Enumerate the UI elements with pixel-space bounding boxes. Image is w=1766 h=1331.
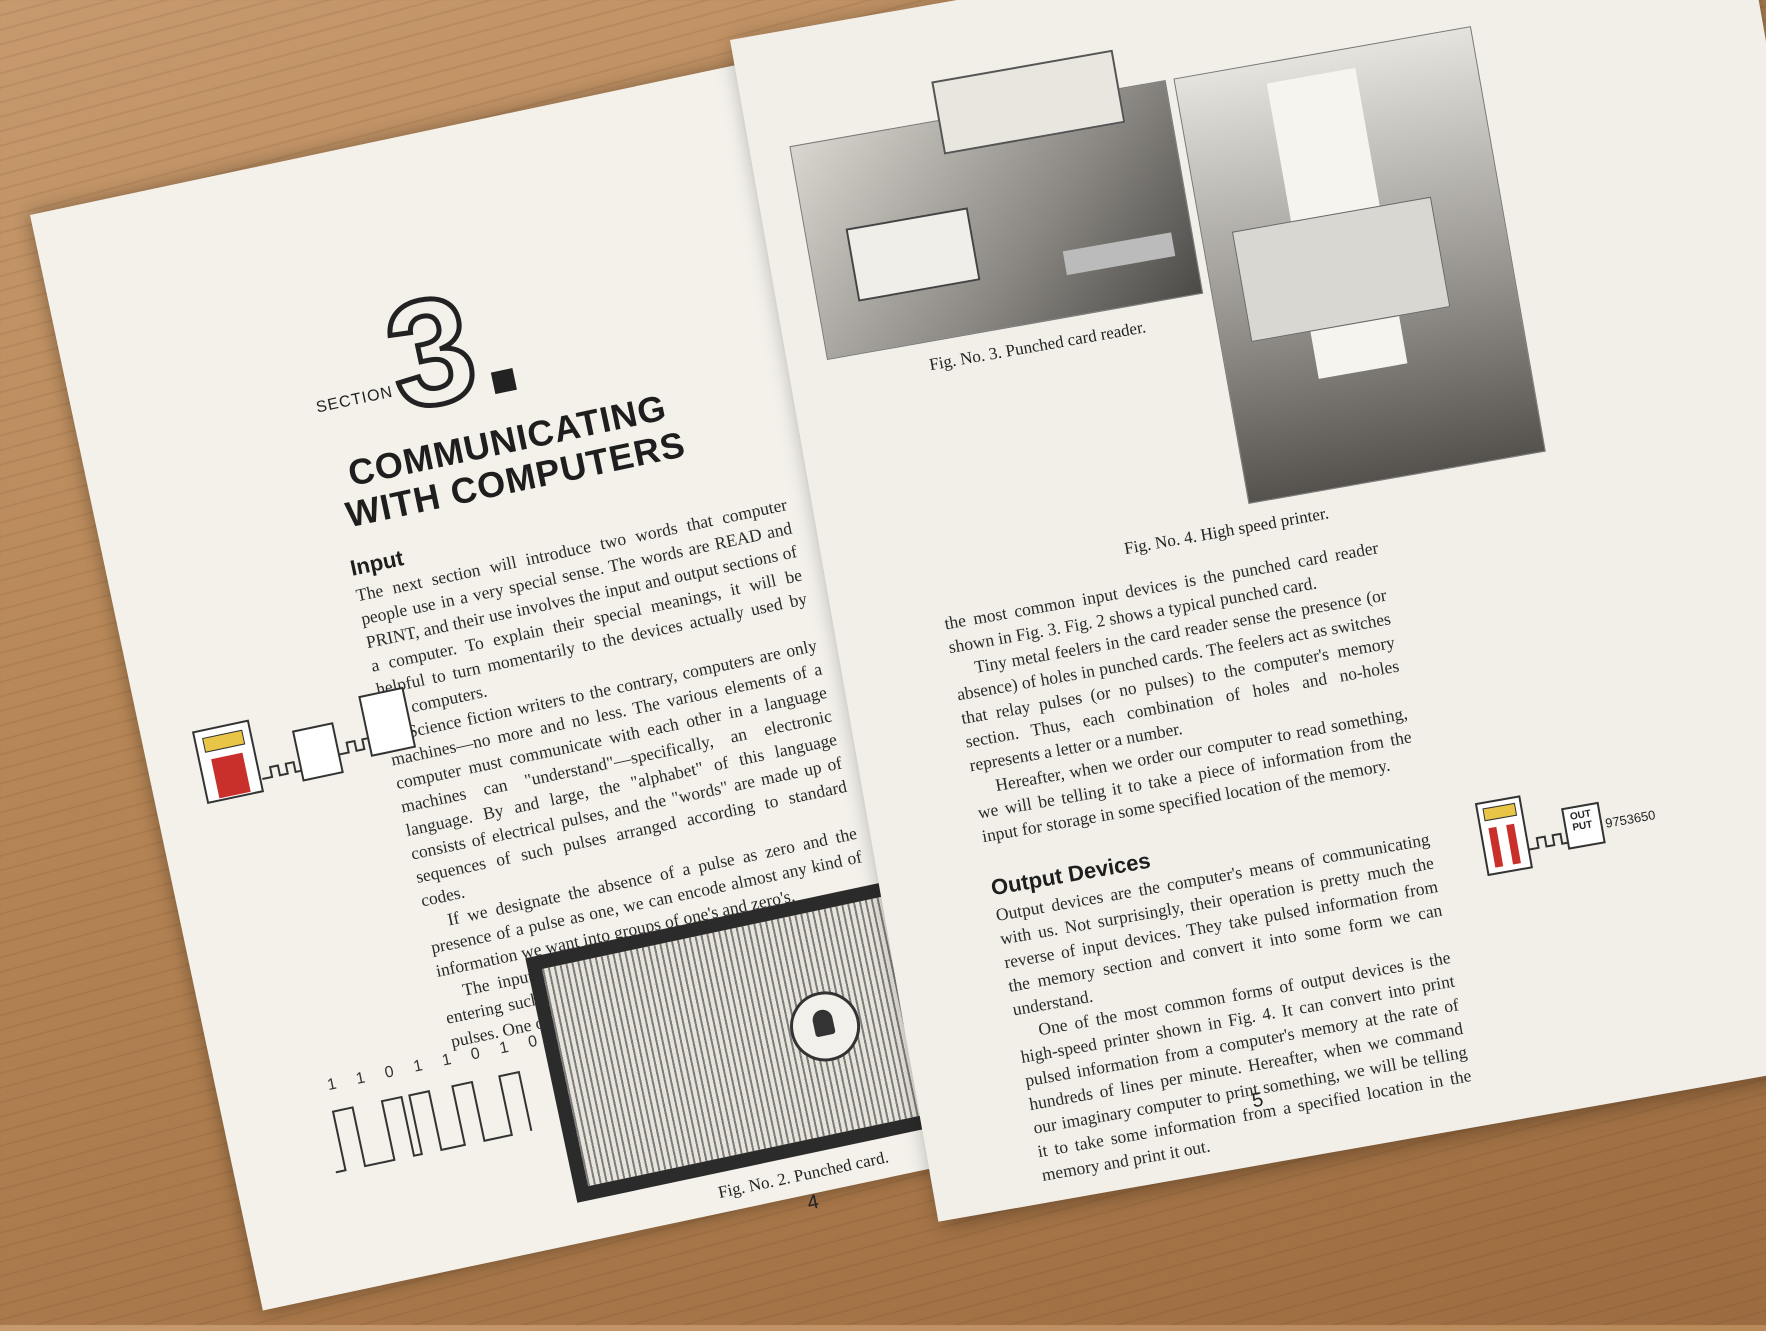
right-input-body-text: the most common input devices is the pun… <box>943 535 1418 848</box>
section-number-dot <box>490 368 517 395</box>
card-stacker <box>845 207 981 302</box>
pulse-wire-drawing-2 <box>338 736 372 756</box>
output-pulse-wire <box>1528 832 1569 851</box>
processor-drawing <box>358 686 417 757</box>
control-buttons <box>1062 232 1176 276</box>
photo-scene: SECTION 3 COMMUNICATING WITH COMPUTERS I… <box>0 0 1766 1325</box>
input-devices-illustration <box>191 686 417 805</box>
section-label: SECTION <box>314 383 395 417</box>
bell-logo <box>783 984 867 1068</box>
card-hopper <box>931 49 1126 155</box>
high-speed-printer-photo <box>1173 26 1546 505</box>
section-number: 3 <box>370 258 492 445</box>
pulse-train-diagram <box>331 1070 533 1174</box>
pulse-waveform <box>331 1070 533 1174</box>
pulse-wire-drawing <box>262 760 302 780</box>
paper-tray <box>1231 196 1451 343</box>
